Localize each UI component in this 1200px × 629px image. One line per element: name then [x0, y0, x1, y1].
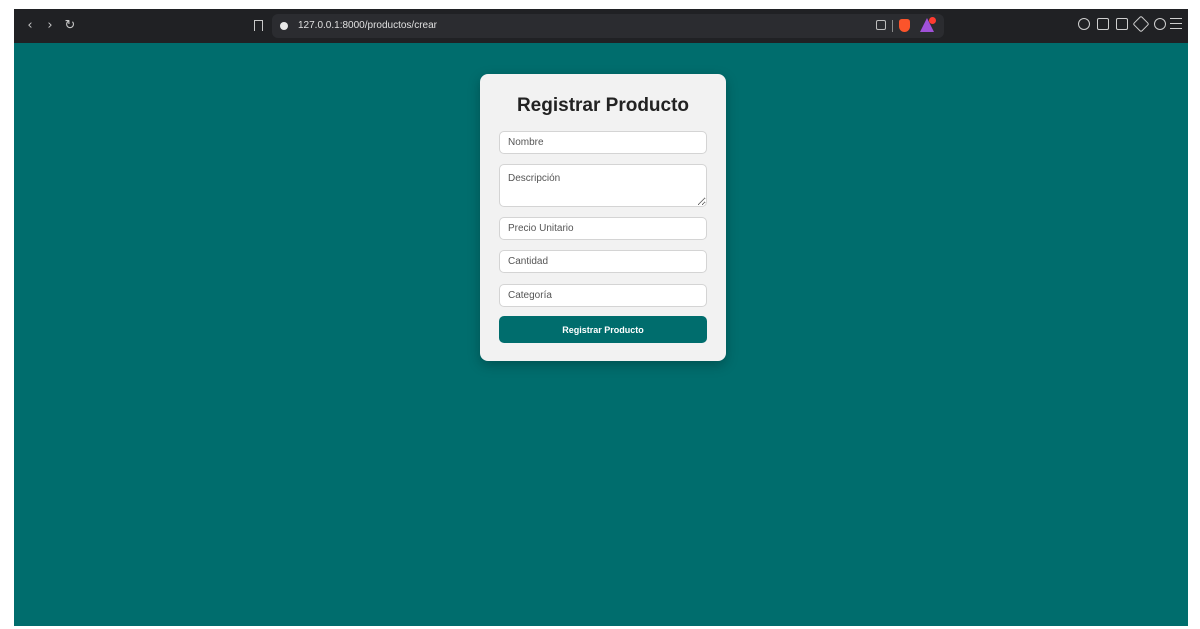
wallet-icon[interactable] [1116, 18, 1128, 30]
site-info-icon[interactable] [280, 22, 288, 30]
form-title: Registrar Producto [516, 95, 690, 116]
forward-button[interactable]: › [42, 17, 58, 35]
back-button[interactable]: ‹ [22, 17, 38, 35]
toolbar-actions [1078, 15, 1182, 34]
extensions-icon[interactable] [1078, 18, 1090, 30]
precio-unitario-input[interactable] [499, 217, 707, 240]
sidebar-icon[interactable] [1097, 18, 1109, 30]
vpn-icon[interactable] [1154, 18, 1166, 30]
categoria-input[interactable] [499, 284, 707, 307]
menu-icon[interactable] [1170, 18, 1182, 29]
rewards-badge [929, 17, 936, 24]
product-form-card: Registrar Producto Registrar Producto [480, 74, 726, 361]
url-text[interactable]: 127.0.0.1:8000/productos/crear [298, 18, 437, 34]
browser-toolbar: ‹ › ↻ 127.0.0.1:8000/productos/crear [14, 9, 1188, 43]
submit-button[interactable]: Registrar Producto [499, 316, 707, 343]
address-bar[interactable]: 127.0.0.1:8000/productos/crear [272, 14, 944, 38]
brave-shields-icon[interactable] [899, 19, 910, 32]
reload-button[interactable]: ↻ [62, 17, 78, 35]
share-icon[interactable] [876, 20, 886, 30]
browser-window: ‹ › ↻ 127.0.0.1:8000/productos/crear Reg… [14, 9, 1188, 626]
page-viewport: Registrar Producto Registrar Producto [14, 43, 1188, 626]
toolbar-divider [892, 20, 893, 32]
leo-icon[interactable] [1132, 15, 1150, 33]
descripcion-textarea[interactable] [499, 164, 707, 207]
cantidad-input[interactable] [499, 250, 707, 273]
nombre-input[interactable] [499, 131, 707, 154]
bookmark-icon[interactable] [254, 20, 263, 31]
